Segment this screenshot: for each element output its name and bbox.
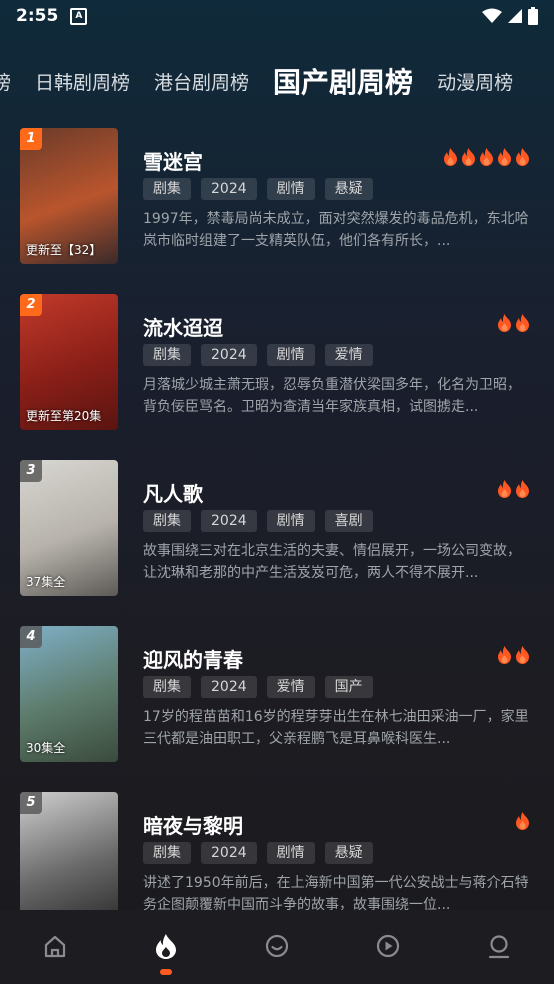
heat-rating bbox=[497, 646, 530, 664]
tag-list: 剧集 2024 剧情 悬疑 bbox=[143, 178, 373, 200]
fire-icon bbox=[516, 148, 529, 166]
rank-badge: 1 bbox=[20, 128, 42, 150]
chat-icon bbox=[265, 934, 289, 958]
fire-icon bbox=[480, 148, 493, 166]
fire-icon bbox=[462, 148, 475, 166]
episode-status: 更新至第20集 bbox=[26, 409, 102, 423]
tab-2[interactable]: 港台剧周榜 bbox=[154, 68, 249, 95]
battery-icon bbox=[528, 7, 538, 25]
notification-icon: A bbox=[70, 7, 88, 25]
fire-icon bbox=[444, 148, 457, 166]
tag: 2024 bbox=[201, 842, 257, 864]
poster-image[interactable]: 4 30集全 bbox=[20, 626, 118, 762]
episode-status: 37集全 bbox=[26, 575, 66, 589]
active-indicator bbox=[160, 969, 173, 975]
fire-icon bbox=[516, 480, 529, 498]
fire-icon bbox=[498, 314, 511, 332]
wifi-icon bbox=[482, 8, 502, 23]
fire-icon bbox=[498, 480, 511, 498]
fire-icon bbox=[156, 934, 177, 959]
signal-icon bbox=[508, 9, 522, 23]
poster-image[interactable]: 2 更新至第20集 bbox=[20, 294, 118, 430]
tab-0[interactable]: 榜 bbox=[0, 68, 11, 95]
tag: 爱情 bbox=[266, 676, 315, 698]
tag: 爱情 bbox=[324, 344, 373, 366]
ranking-tabs: 榜日韩剧周榜 港台剧周榜 国产剧周榜 动漫周榜 bbox=[0, 52, 554, 110]
status-bar: 2:55 A bbox=[0, 0, 554, 32]
heat-rating bbox=[515, 812, 530, 830]
tag: 国产 bbox=[324, 676, 373, 698]
bottom-nav bbox=[0, 910, 554, 984]
tab-3[interactable]: 国产剧周榜 bbox=[273, 61, 413, 101]
heat-rating bbox=[497, 480, 530, 498]
tag: 剧情 bbox=[266, 842, 315, 864]
nav-profile[interactable] bbox=[469, 910, 529, 984]
tag: 剧集 bbox=[143, 178, 191, 200]
heat-rating bbox=[497, 314, 530, 332]
poster-image[interactable]: 3 37集全 bbox=[20, 460, 118, 596]
episode-status: 更新至【32】 bbox=[26, 243, 102, 257]
rank-badge: 2 bbox=[20, 294, 42, 316]
fire-icon bbox=[498, 646, 511, 664]
tag: 剧集 bbox=[143, 676, 191, 698]
tag: 2024 bbox=[201, 510, 257, 532]
nav-chat[interactable] bbox=[247, 910, 307, 984]
tag: 2024 bbox=[201, 178, 257, 200]
tag: 2024 bbox=[201, 676, 257, 698]
tag: 剧集 bbox=[143, 344, 191, 366]
status-icons bbox=[482, 7, 538, 25]
item-title[interactable]: 迎风的青春 bbox=[143, 644, 243, 673]
list-item[interactable]: 4 30集全 迎风的青春剧集 2024 爱情 国产 17岁的程苗苗和16岁的程芽芽出生在林七… bbox=[20, 626, 540, 766]
tab-1[interactable]: 日韩剧周榜 bbox=[35, 68, 130, 95]
nav-play[interactable] bbox=[358, 910, 418, 984]
fire-icon bbox=[516, 812, 529, 830]
tag: 剧情 bbox=[266, 178, 315, 200]
tab-4[interactable]: 动漫周榜 bbox=[437, 68, 513, 95]
item-description: 1997年，禁毒局尚未成立，面对突然爆发的毒品危机，东北哈岚市临时组建了一支精英… bbox=[143, 211, 529, 249]
tag: 剧情 bbox=[266, 510, 315, 532]
tag: 悬疑 bbox=[324, 842, 373, 864]
play-icon bbox=[376, 934, 399, 958]
profile-icon bbox=[488, 935, 509, 959]
rank-badge: 4 bbox=[20, 626, 42, 648]
nav-home[interactable] bbox=[25, 910, 85, 984]
tag-list: 剧集 2024 剧情 爱情 bbox=[143, 344, 373, 366]
tag-list: 剧集 2024 剧情 悬疑 bbox=[143, 842, 373, 864]
fire-icon bbox=[498, 148, 511, 166]
fire-icon bbox=[516, 314, 529, 332]
rank-badge: 3 bbox=[20, 460, 42, 482]
heat-rating bbox=[443, 148, 530, 166]
tag: 2024 bbox=[201, 344, 257, 366]
fire-icon bbox=[516, 646, 529, 664]
tag: 剧集 bbox=[143, 510, 191, 532]
poster-image[interactable]: 5 bbox=[20, 792, 118, 928]
tag: 剧集 bbox=[143, 842, 191, 864]
tag-list: 剧集 2024 爱情 国产 bbox=[143, 676, 373, 698]
item-title[interactable]: 雪迷宫 bbox=[143, 146, 203, 175]
tag: 悬疑 bbox=[324, 178, 373, 200]
item-description: 月落城少城主萧无瑕，忍辱负重潜伏梁国多年，化名为卫昭，背负佞臣骂名。卫昭为查清当… bbox=[143, 377, 521, 415]
rank-badge: 5 bbox=[20, 792, 42, 814]
home-icon bbox=[45, 935, 66, 958]
item-title[interactable]: 流水迢迢 bbox=[143, 312, 223, 341]
item-description: 故事围绕三对在北京生活的夫妻、情侣展开，一场公司变故，让沈琳和老那的中产生活岌岌… bbox=[143, 543, 521, 581]
poster-image[interactable]: 1 更新至【32】 bbox=[20, 128, 118, 264]
tag: 喜剧 bbox=[324, 510, 373, 532]
nav-fire[interactable] bbox=[136, 910, 196, 984]
item-description: 17岁的程苗苗和16岁的程芽芽出生在林七油田采油一厂，家里三代都是油田职工，父亲… bbox=[143, 709, 529, 747]
list-item[interactable]: 3 37集全 凡人歌剧集 2024 剧情 喜剧故事围绕三对在北京生活的夫妻、情侣展开，一场… bbox=[20, 460, 540, 600]
item-title[interactable]: 暗夜与黎明 bbox=[143, 810, 243, 839]
item-title[interactable]: 凡人歌 bbox=[143, 478, 203, 507]
list-item[interactable]: 2 更新至第20集 流水迢迢剧集 2024 剧情 爱情月落城少城主萧无瑕，忍辱负重潜伏梁国… bbox=[20, 294, 540, 434]
tag: 剧情 bbox=[266, 344, 315, 366]
status-time: 2:55 bbox=[16, 6, 59, 26]
tag-list: 剧集 2024 剧情 喜剧 bbox=[143, 510, 373, 532]
list-item[interactable]: 1 更新至【32】 雪迷宫剧集 2024 剧情 悬疑 1997年，禁毒局尚未成立，面对突然爆… bbox=[20, 128, 540, 268]
episode-status: 30集全 bbox=[26, 741, 66, 755]
